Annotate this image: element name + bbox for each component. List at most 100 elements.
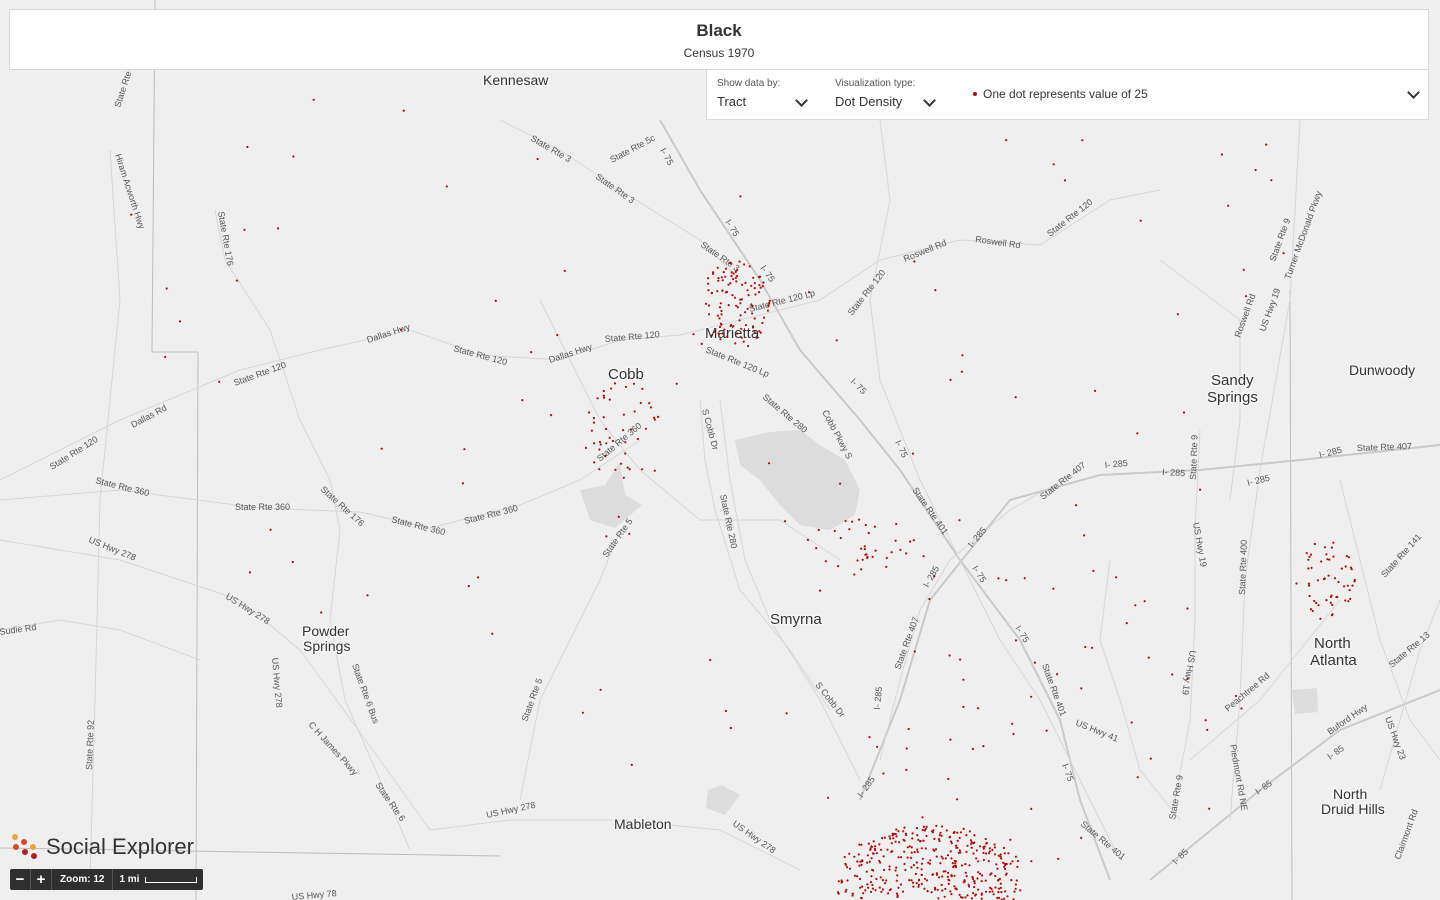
legend-expand-chevron-icon[interactable] bbox=[1407, 86, 1420, 99]
density-dot bbox=[915, 861, 918, 864]
city-label: Powder bbox=[302, 623, 350, 639]
density-dot bbox=[748, 265, 751, 268]
density-dot bbox=[933, 575, 936, 578]
density-dot bbox=[879, 861, 882, 864]
density-dot bbox=[897, 886, 900, 889]
density-dot bbox=[720, 309, 723, 313]
map-controls-panel: Show data by: Tract Visualization type: … bbox=[706, 70, 1429, 120]
density-dot bbox=[894, 539, 897, 542]
density-dot bbox=[1016, 860, 1020, 863]
density-dot bbox=[906, 856, 909, 859]
svg-text:State Rte 120: State Rte 120 bbox=[604, 329, 660, 344]
density-dot bbox=[604, 454, 607, 458]
density-dot bbox=[870, 875, 873, 878]
density-dot bbox=[1030, 695, 1033, 698]
density-dot bbox=[1030, 860, 1033, 863]
density-dot bbox=[844, 890, 847, 893]
density-dot bbox=[940, 883, 943, 887]
legend[interactable]: One dot represents value of 25 bbox=[973, 87, 1148, 101]
urban-area bbox=[706, 785, 740, 815]
density-dot bbox=[912, 864, 916, 867]
density-dot bbox=[867, 842, 870, 845]
density-dot bbox=[717, 332, 720, 335]
density-dot bbox=[402, 109, 405, 112]
road-us19 bbox=[1174, 429, 1201, 801]
density-dot bbox=[1316, 579, 1319, 582]
density-dot bbox=[720, 313, 723, 316]
density-dot bbox=[990, 872, 993, 875]
density-dot bbox=[977, 860, 980, 863]
density-dot bbox=[937, 897, 940, 900]
density-dot bbox=[292, 155, 295, 158]
density-dot bbox=[1171, 673, 1174, 676]
density-dot bbox=[997, 887, 1001, 890]
density-dot bbox=[783, 520, 787, 523]
density-dot bbox=[927, 861, 930, 864]
density-dot bbox=[732, 278, 735, 281]
density-dot bbox=[1308, 555, 1311, 558]
density-dot bbox=[602, 416, 605, 419]
density-dot bbox=[815, 547, 818, 550]
density-dot bbox=[735, 280, 738, 283]
density-dot bbox=[1311, 609, 1314, 613]
density-dot bbox=[968, 885, 971, 888]
density-dot bbox=[878, 843, 881, 846]
brand-name: Social Explorer bbox=[46, 834, 194, 859]
density-dot bbox=[463, 448, 466, 451]
road-misc2 bbox=[1099, 559, 1181, 821]
density-dot bbox=[984, 879, 987, 882]
density-dot bbox=[925, 834, 928, 838]
zoom-in-button[interactable]: + bbox=[31, 869, 52, 890]
density-dot bbox=[1329, 601, 1332, 604]
density-dot bbox=[740, 283, 744, 286]
urban-area bbox=[580, 462, 642, 528]
svg-text:State Rte 120: State Rte 120 bbox=[48, 434, 100, 472]
density-dot bbox=[881, 888, 885, 891]
visualization-type-select[interactable]: Visualization type: Dot Density bbox=[835, 78, 955, 109]
density-dot bbox=[980, 897, 983, 900]
density-dot bbox=[843, 855, 846, 859]
density-dot bbox=[1349, 566, 1353, 569]
city-label: Atlanta bbox=[1310, 652, 1357, 669]
density-dot bbox=[1323, 577, 1326, 580]
density-dot bbox=[817, 528, 820, 532]
density-dot bbox=[993, 853, 997, 856]
density-dot bbox=[888, 865, 891, 868]
density-dot bbox=[711, 272, 715, 275]
density-dot bbox=[827, 796, 830, 799]
road-sr176 bbox=[214, 209, 341, 621]
density-dot bbox=[721, 289, 724, 292]
density-dot bbox=[1003, 852, 1006, 855]
density-dot bbox=[1149, 757, 1152, 760]
density-dot bbox=[1309, 608, 1313, 611]
density-dot bbox=[930, 891, 933, 894]
show-data-by-select[interactable]: Show data by: Tract bbox=[717, 78, 817, 109]
zoom-out-button[interactable]: − bbox=[10, 869, 31, 890]
density-dot bbox=[628, 532, 631, 535]
density-dot bbox=[903, 826, 906, 829]
density-dot bbox=[1254, 168, 1257, 172]
density-dot bbox=[941, 889, 944, 892]
city-label: Dunwoody bbox=[1349, 362, 1415, 378]
map-canvas[interactable]: State Rte 5c Hiram Acworth Hwy State Rte… bbox=[0, 0, 1440, 900]
density-dot bbox=[947, 777, 950, 781]
density-dot bbox=[758, 275, 761, 279]
density-dot bbox=[999, 853, 1002, 856]
density-dot bbox=[1307, 567, 1310, 570]
density-dot bbox=[869, 847, 872, 850]
density-dot bbox=[837, 565, 840, 568]
density-dot bbox=[768, 462, 771, 465]
density-dot bbox=[861, 558, 864, 561]
zoom-control: − + Zoom: 12 1 mi bbox=[10, 869, 204, 890]
density-dot bbox=[243, 228, 246, 231]
density-dot bbox=[445, 185, 448, 188]
density-dot bbox=[916, 866, 919, 869]
density-dot bbox=[726, 290, 729, 293]
density-dot bbox=[869, 881, 873, 884]
road-sr5 bbox=[519, 529, 621, 801]
density-dot bbox=[716, 314, 720, 317]
density-dot bbox=[976, 877, 979, 880]
density-dot bbox=[807, 291, 811, 294]
density-dot bbox=[837, 892, 840, 895]
density-dot bbox=[164, 355, 167, 359]
